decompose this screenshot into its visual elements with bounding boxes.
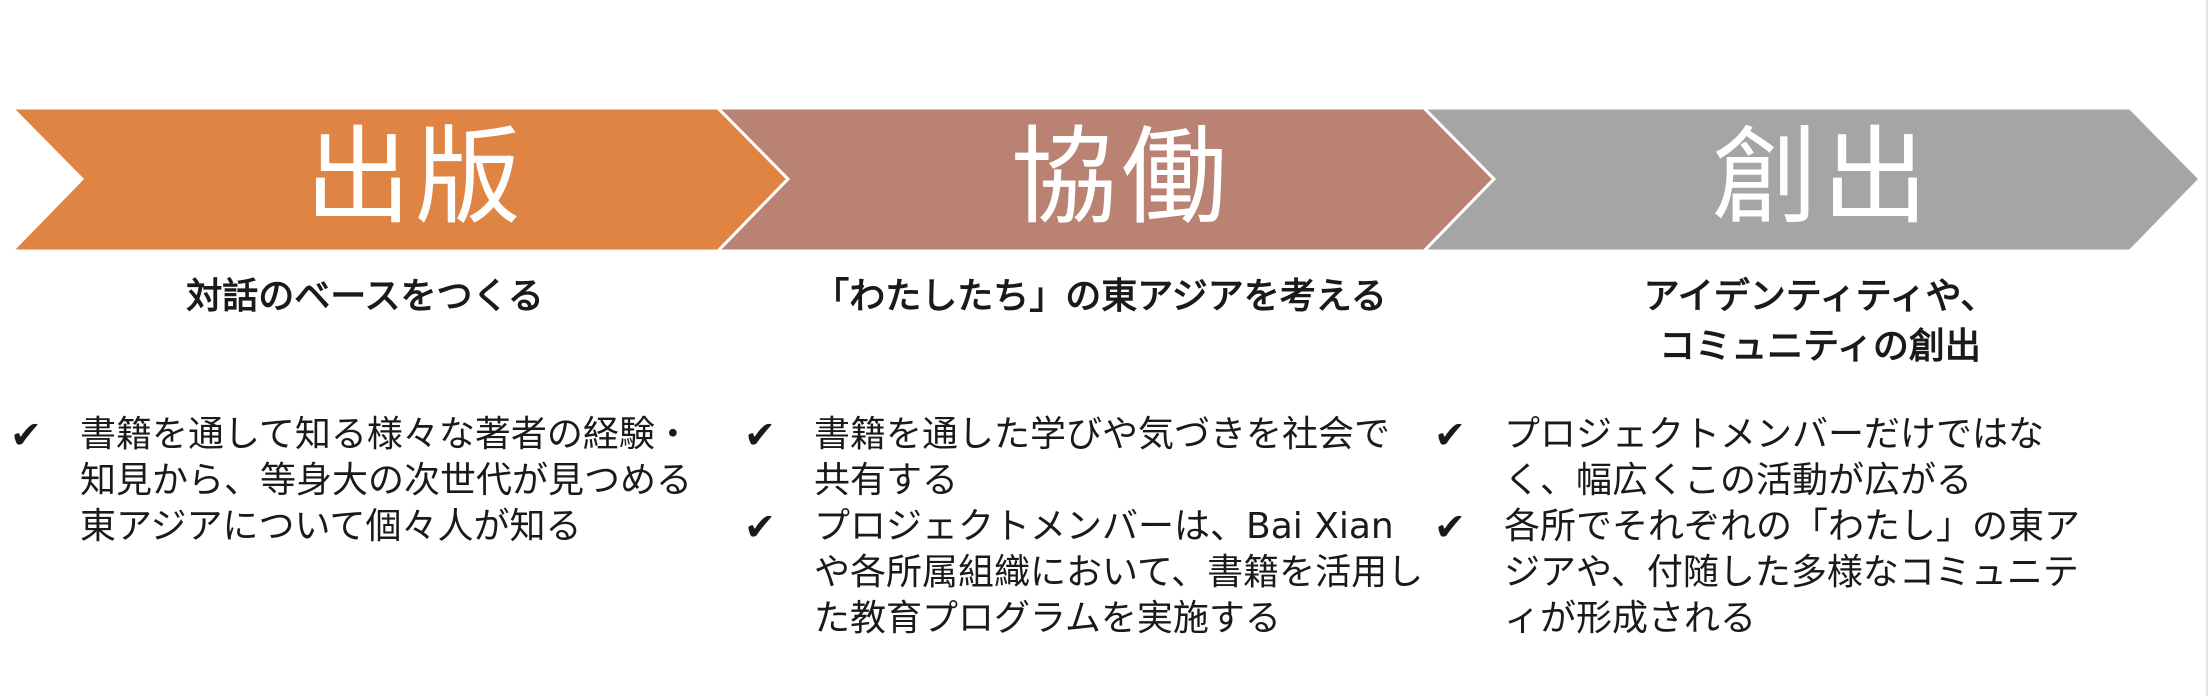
stage-1-subtitle-line-1: 対話のベースをつくる xyxy=(186,276,544,317)
check-icon: ✔ xyxy=(744,413,776,457)
stage-1-bullet-1-text: 書籍を通して知る様々な著者の経験・知見から、等身大の次世代が見つめる東アジアにつ… xyxy=(80,414,693,547)
stage-3-bullet-2-text: 各所でそれぞれの「わたし」の東アジアや、付随した多様なコミュニティが形成される xyxy=(1504,506,2081,639)
stage-3-bullet-1-text: プロジェクトメンバーだけではなく、幅広くこの活動が広がる xyxy=(1504,414,2045,501)
stage-1-subtitle: 対話のベースをつくる xyxy=(40,272,690,322)
stage-1-bullet-list: ✔ 書籍を通して知る様々な著者の経験・知見から、等身大の次世代が見つめる東アジア… xyxy=(10,412,710,550)
stage-2-subtitle: 「わたしたち」の東アジアを考える xyxy=(740,272,1460,322)
stage-3-subtitle-line-1: アイデンティティや、 xyxy=(1643,276,1997,317)
stage-2-title: 協働 xyxy=(1011,116,1231,239)
stage-2-bullet-2-text: プロジェクトメンバーは、Bai Xianや各所属組織において、書籍を活用した教育… xyxy=(814,506,1424,639)
stage-3-bullet-2: ✔ 各所でそれぞれの「わたし」の東アジアや、付随した多様なコミュニティが形成され… xyxy=(1434,504,2084,642)
check-icon: ✔ xyxy=(10,413,42,457)
check-icon: ✔ xyxy=(1434,505,1466,549)
stage-3-title: 創出 xyxy=(1712,116,1932,239)
stage-2-subtitle-line-1: 「わたしたち」の東アジアを考える xyxy=(813,276,1387,317)
stage-2-bullet-2: ✔ プロジェクトメンバーは、Bai Xianや各所属組織において、書籍を活用した… xyxy=(744,504,1424,642)
stage-2-bullet-1: ✔ 書籍を通した学びや気づきを社会で共有する xyxy=(744,412,1424,504)
stage-3-bullet-1: ✔ プロジェクトメンバーだけではなく、幅広くこの活動が広がる xyxy=(1434,412,2084,504)
stage-1-title: 出版 xyxy=(305,116,525,239)
check-icon: ✔ xyxy=(1434,413,1466,457)
stage-1-bullet-1: ✔ 書籍を通して知る様々な著者の経験・知見から、等身大の次世代が見つめる東アジア… xyxy=(10,412,710,550)
check-icon: ✔ xyxy=(744,505,776,549)
stage-3-bullet-list: ✔ プロジェクトメンバーだけではなく、幅広くこの活動が広がる ✔ 各所でそれぞれ… xyxy=(1434,412,2084,642)
stage-2-bullet-1-text: 書籍を通した学びや気づきを社会で共有する xyxy=(814,414,1391,501)
stage-2-bullet-list: ✔ 書籍を通した学びや気づきを社会で共有する ✔ プロジェクトメンバーは、Bai… xyxy=(744,412,1424,642)
stage-3-subtitle-line-2: コミュニティの創出 xyxy=(1659,326,1981,367)
stage-3-subtitle: アイデンティティや、 コミュニティの創出 xyxy=(1500,272,2140,372)
